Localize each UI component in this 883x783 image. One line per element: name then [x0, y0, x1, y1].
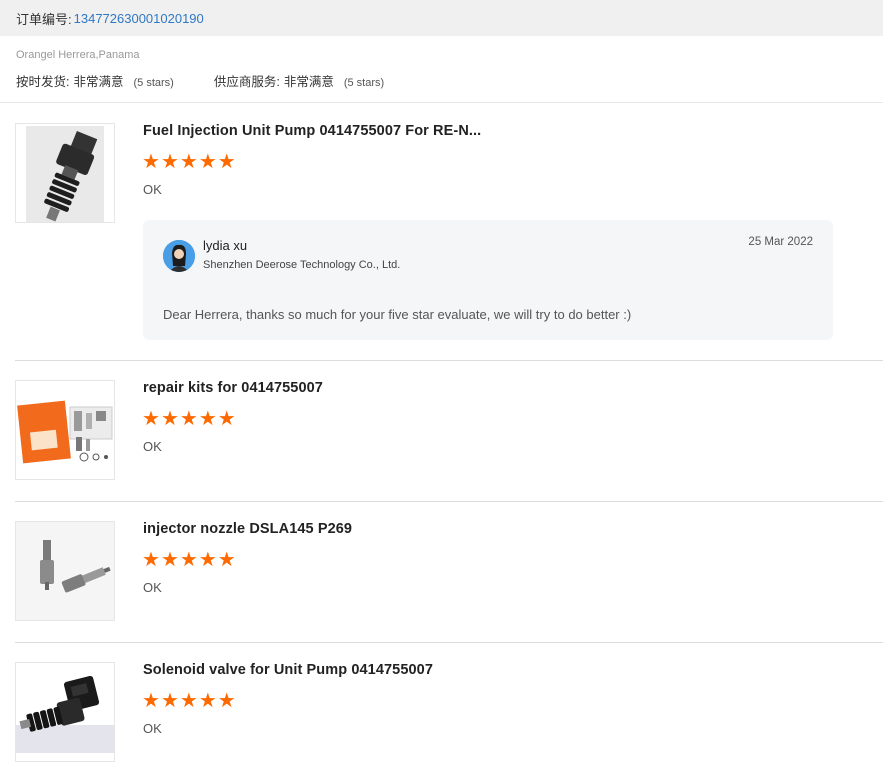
rating-stars-text: (5 stars)	[133, 77, 174, 89]
star-icon: ★	[160, 151, 179, 173]
star-icon: ★	[217, 408, 236, 430]
order-number-label: 订单编号:	[16, 11, 72, 27]
supplier-ratings: 按时发货: 非常满意 (5 stars) 供应商服务: 非常满意 (5 star…	[16, 71, 384, 90]
divider	[15, 642, 883, 643]
star-icon: ★	[142, 408, 160, 430]
solenoid-valve-icon[interactable]	[15, 662, 115, 762]
star-icon: ★	[179, 690, 198, 712]
rating-service: 供应商服务: 非常满意 (5 stars)	[214, 71, 384, 90]
divider	[0, 102, 883, 103]
review-comment: OK	[143, 721, 162, 736]
buyer-location: Orangel Herrera,Panama	[16, 49, 140, 61]
reply-message: Dear Herrera, thanks so much for your fi…	[163, 307, 632, 322]
star-icon: ★	[217, 549, 236, 571]
avatar	[163, 240, 195, 272]
star-icon: ★	[179, 549, 198, 571]
review-comment: OK	[143, 182, 162, 197]
product-title-link[interactable]: Fuel Injection Unit Pump 0414755007 For …	[143, 123, 481, 139]
rating-label: 按时发货:	[16, 75, 70, 89]
star-icon: ★	[179, 151, 198, 173]
product-title-link[interactable]: repair kits for 0414755007	[143, 380, 323, 396]
rating-label: 供应商服务:	[213, 75, 280, 89]
product-title-link[interactable]: Solenoid valve for Unit Pump 0414755007	[143, 662, 433, 678]
supplier-reply: lydia xu Shenzhen Deerose Technology Co.…	[143, 220, 833, 340]
star-icon: ★	[198, 549, 217, 571]
rating-value: 非常满意	[283, 75, 334, 89]
star-icon: ★	[198, 690, 217, 712]
star-icon: ★	[217, 690, 236, 712]
star-rating: ★ ★ ★ ★ ★	[142, 550, 237, 570]
order-header: 订单编号: 134772630001020190	[0, 0, 883, 36]
order-number-link[interactable]: 134772630001020190	[74, 11, 204, 26]
rating-shipping: 按时发货: 非常满意 (5 stars)	[16, 71, 174, 90]
star-rating: ★ ★ ★ ★ ★	[142, 152, 237, 172]
star-rating: ★ ★ ★ ★ ★	[142, 409, 237, 429]
star-icon: ★	[142, 549, 160, 571]
star-icon: ★	[179, 408, 198, 430]
star-rating: ★ ★ ★ ★ ★	[142, 691, 237, 711]
star-icon: ★	[160, 690, 179, 712]
rating-value: 非常满意	[73, 75, 124, 89]
reply-author-name: lydia xu	[203, 238, 248, 253]
review-comment: OK	[143, 439, 162, 454]
divider	[15, 501, 883, 502]
rating-stars-text: (5 stars)	[343, 77, 385, 89]
injector-nozzle-icon[interactable]	[15, 521, 115, 621]
product-title-link[interactable]: injector nozzle DSLA145 P269	[143, 521, 352, 537]
unit-pump-icon[interactable]	[15, 123, 115, 223]
repair-kit-icon[interactable]	[15, 380, 115, 480]
star-icon: ★	[217, 151, 236, 173]
star-icon: ★	[142, 151, 160, 173]
reply-date: 25 Mar 2022	[748, 236, 813, 248]
reply-company: Shenzhen Deerose Technology Co., Ltd.	[203, 259, 401, 271]
star-icon: ★	[160, 408, 179, 430]
star-icon: ★	[142, 690, 160, 712]
star-icon: ★	[160, 549, 179, 571]
divider	[15, 360, 883, 361]
star-icon: ★	[198, 408, 217, 430]
star-icon: ★	[198, 151, 217, 173]
review-comment: OK	[143, 580, 162, 595]
